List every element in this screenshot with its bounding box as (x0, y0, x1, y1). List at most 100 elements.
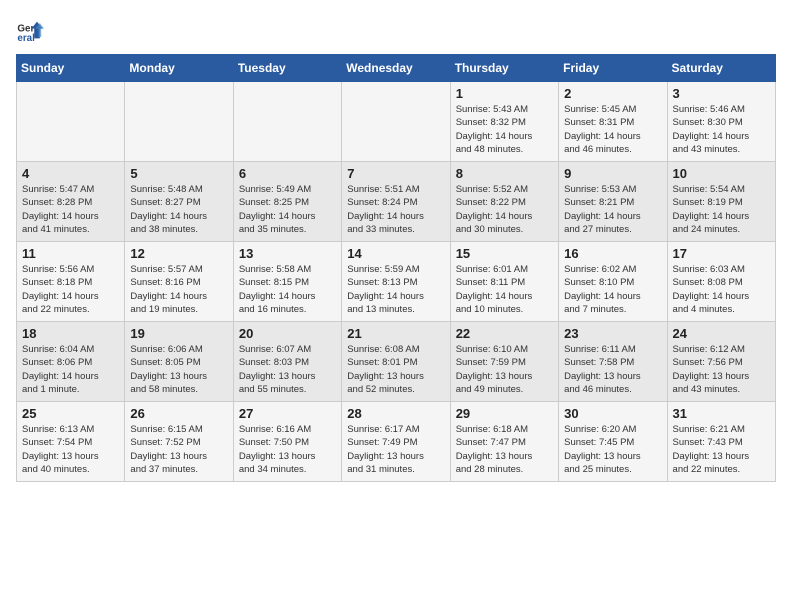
day-number: 23 (564, 326, 661, 341)
day-number: 14 (347, 246, 444, 261)
calendar-cell: 19 Sunrise: 6:06 AM Sunset: 8:05 PM Dayli… (125, 322, 233, 402)
calendar-cell: 2 Sunrise: 5:45 AM Sunset: 8:31 PM Daylig… (559, 82, 667, 162)
calendar-cell: 11 Sunrise: 5:56 AM Sunset: 8:18 PM Dayli… (17, 242, 125, 322)
day-number: 11 (22, 246, 119, 261)
day-info: Sunrise: 5:52 AM Sunset: 8:22 PM Dayligh… (456, 183, 553, 236)
calendar-cell: 22 Sunrise: 6:10 AM Sunset: 7:59 PM Dayli… (450, 322, 558, 402)
day-number: 8 (456, 166, 553, 181)
day-number: 5 (130, 166, 227, 181)
day-info: Sunrise: 5:57 AM Sunset: 8:16 PM Dayligh… (130, 263, 227, 316)
calendar-cell: 5Sunrise: 5:48 AM Sunset: 8:27 PM Daylig… (125, 162, 233, 242)
day-info: Sunrise: 6:16 AM Sunset: 7:50 PM Dayligh… (239, 423, 336, 476)
day-info: Sunrise: 6:03 AM Sunset: 8:08 PM Dayligh… (673, 263, 770, 316)
day-number: 17 (673, 246, 770, 261)
day-info: Sunrise: 6:08 AM Sunset: 8:01 PM Dayligh… (347, 343, 444, 396)
calendar-cell (233, 82, 341, 162)
column-header-thursday: Thursday (450, 55, 558, 82)
day-number: 4 (22, 166, 119, 181)
day-info: Sunrise: 5:59 AM Sunset: 8:13 PM Dayligh… (347, 263, 444, 316)
day-number: 27 (239, 406, 336, 421)
day-number: 24 (673, 326, 770, 341)
day-number: 16 (564, 246, 661, 261)
calendar-cell: 17 Sunrise: 6:03 AM Sunset: 8:08 PM Dayli… (667, 242, 775, 322)
calendar-cell: 30Sunrise: 6:20 AM Sunset: 7:45 PM Dayli… (559, 402, 667, 482)
calendar-cell: 31 Sunrise: 6:21 AM Sunset: 7:43 PM Dayli… (667, 402, 775, 482)
calendar-cell: 26 Sunrise: 6:15 AM Sunset: 7:52 PM Dayli… (125, 402, 233, 482)
day-info: Sunrise: 6:07 AM Sunset: 8:03 PM Dayligh… (239, 343, 336, 396)
day-info: Sunrise: 5:45 AM Sunset: 8:31 PM Dayligh… (564, 103, 661, 156)
day-number: 31 (673, 406, 770, 421)
day-info: Sunrise: 6:17 AM Sunset: 7:49 PM Dayligh… (347, 423, 444, 476)
calendar-cell: 9 Sunrise: 5:53 AM Sunset: 8:21 PM Daylig… (559, 162, 667, 242)
calendar-cell: 7Sunrise: 5:51 AM Sunset: 8:24 PM Daylig… (342, 162, 450, 242)
calendar-cell (125, 82, 233, 162)
calendar-cell: 15 Sunrise: 6:01 AM Sunset: 8:11 PM Dayli… (450, 242, 558, 322)
day-info: Sunrise: 5:54 AM Sunset: 8:19 PM Dayligh… (673, 183, 770, 236)
calendar-cell: 3 Sunrise: 5:46 AM Sunset: 8:30 PM Daylig… (667, 82, 775, 162)
column-header-sunday: Sunday (17, 55, 125, 82)
logo-icon: Gen eral (16, 16, 44, 44)
calendar-cell: 28 Sunrise: 6:17 AM Sunset: 7:49 PM Dayli… (342, 402, 450, 482)
calendar-cell: 23 Sunrise: 6:11 AM Sunset: 7:58 PM Dayli… (559, 322, 667, 402)
column-header-monday: Monday (125, 55, 233, 82)
day-info: Sunrise: 5:56 AM Sunset: 8:18 PM Dayligh… (22, 263, 119, 316)
day-info: Sunrise: 6:21 AM Sunset: 7:43 PM Dayligh… (673, 423, 770, 476)
day-number: 9 (564, 166, 661, 181)
day-info: Sunrise: 6:04 AM Sunset: 8:06 PM Dayligh… (22, 343, 119, 396)
day-info: Sunrise: 6:18 AM Sunset: 7:47 PM Dayligh… (456, 423, 553, 476)
day-info: Sunrise: 6:01 AM Sunset: 8:11 PM Dayligh… (456, 263, 553, 316)
calendar-cell (342, 82, 450, 162)
calendar-cell: 8 Sunrise: 5:52 AM Sunset: 8:22 PM Daylig… (450, 162, 558, 242)
day-info: Sunrise: 6:13 AM Sunset: 7:54 PM Dayligh… (22, 423, 119, 476)
day-number: 29 (456, 406, 553, 421)
calendar-cell: 21 Sunrise: 6:08 AM Sunset: 8:01 PM Dayli… (342, 322, 450, 402)
calendar-cell: 25 Sunrise: 6:13 AM Sunset: 7:54 PM Dayli… (17, 402, 125, 482)
calendar-cell: 4 Sunrise: 5:47 AM Sunset: 8:28 PM Daylig… (17, 162, 125, 242)
day-number: 7 (347, 166, 444, 181)
day-number: 15 (456, 246, 553, 261)
calendar-cell: 14 Sunrise: 5:59 AM Sunset: 8:13 PM Dayli… (342, 242, 450, 322)
calendar-cell: 29 Sunrise: 6:18 AM Sunset: 7:47 PM Dayli… (450, 402, 558, 482)
page-header: Gen eral (16, 16, 776, 44)
day-number: 2 (564, 86, 661, 101)
calendar-week-row: 25 Sunrise: 6:13 AM Sunset: 7:54 PM Dayli… (17, 402, 776, 482)
day-number: 12 (130, 246, 227, 261)
calendar-cell: 24 Sunrise: 6:12 AM Sunset: 7:56 PM Dayli… (667, 322, 775, 402)
calendar-week-row: 18Sunrise: 6:04 AM Sunset: 8:06 PM Dayli… (17, 322, 776, 402)
day-info: Sunrise: 5:46 AM Sunset: 8:30 PM Dayligh… (673, 103, 770, 156)
day-info: Sunrise: 5:53 AM Sunset: 8:21 PM Dayligh… (564, 183, 661, 236)
calendar-cell: 16 Sunrise: 6:02 AM Sunset: 8:10 PM Dayli… (559, 242, 667, 322)
calendar-week-row: 1Sunrise: 5:43 AM Sunset: 8:32 PM Daylig… (17, 82, 776, 162)
day-info: Sunrise: 5:47 AM Sunset: 8:28 PM Dayligh… (22, 183, 119, 236)
day-number: 22 (456, 326, 553, 341)
calendar-cell: 18Sunrise: 6:04 AM Sunset: 8:06 PM Dayli… (17, 322, 125, 402)
day-number: 30 (564, 406, 661, 421)
calendar-header-row: SundayMondayTuesdayWednesdayThursdayFrid… (17, 55, 776, 82)
calendar-cell (17, 82, 125, 162)
day-info: Sunrise: 6:06 AM Sunset: 8:05 PM Dayligh… (130, 343, 227, 396)
calendar-week-row: 11 Sunrise: 5:56 AM Sunset: 8:18 PM Dayli… (17, 242, 776, 322)
day-number: 1 (456, 86, 553, 101)
day-number: 6 (239, 166, 336, 181)
calendar-cell: 6 Sunrise: 5:49 AM Sunset: 8:25 PM Daylig… (233, 162, 341, 242)
calendar-cell: 13Sunrise: 5:58 AM Sunset: 8:15 PM Dayli… (233, 242, 341, 322)
day-number: 19 (130, 326, 227, 341)
calendar-table: SundayMondayTuesdayWednesdayThursdayFrid… (16, 54, 776, 482)
day-info: Sunrise: 6:10 AM Sunset: 7:59 PM Dayligh… (456, 343, 553, 396)
day-info: Sunrise: 6:02 AM Sunset: 8:10 PM Dayligh… (564, 263, 661, 316)
day-info: Sunrise: 6:11 AM Sunset: 7:58 PM Dayligh… (564, 343, 661, 396)
column-header-tuesday: Tuesday (233, 55, 341, 82)
day-info: Sunrise: 6:12 AM Sunset: 7:56 PM Dayligh… (673, 343, 770, 396)
day-info: Sunrise: 5:49 AM Sunset: 8:25 PM Dayligh… (239, 183, 336, 236)
calendar-cell: 10Sunrise: 5:54 AM Sunset: 8:19 PM Dayli… (667, 162, 775, 242)
day-info: Sunrise: 5:58 AM Sunset: 8:15 PM Dayligh… (239, 263, 336, 316)
day-number: 3 (673, 86, 770, 101)
calendar-cell: 12 Sunrise: 5:57 AM Sunset: 8:16 PM Dayli… (125, 242, 233, 322)
day-number: 25 (22, 406, 119, 421)
calendar-week-row: 4 Sunrise: 5:47 AM Sunset: 8:28 PM Daylig… (17, 162, 776, 242)
day-number: 21 (347, 326, 444, 341)
logo: Gen eral (16, 16, 48, 44)
day-info: Sunrise: 6:15 AM Sunset: 7:52 PM Dayligh… (130, 423, 227, 476)
day-number: 26 (130, 406, 227, 421)
day-number: 28 (347, 406, 444, 421)
